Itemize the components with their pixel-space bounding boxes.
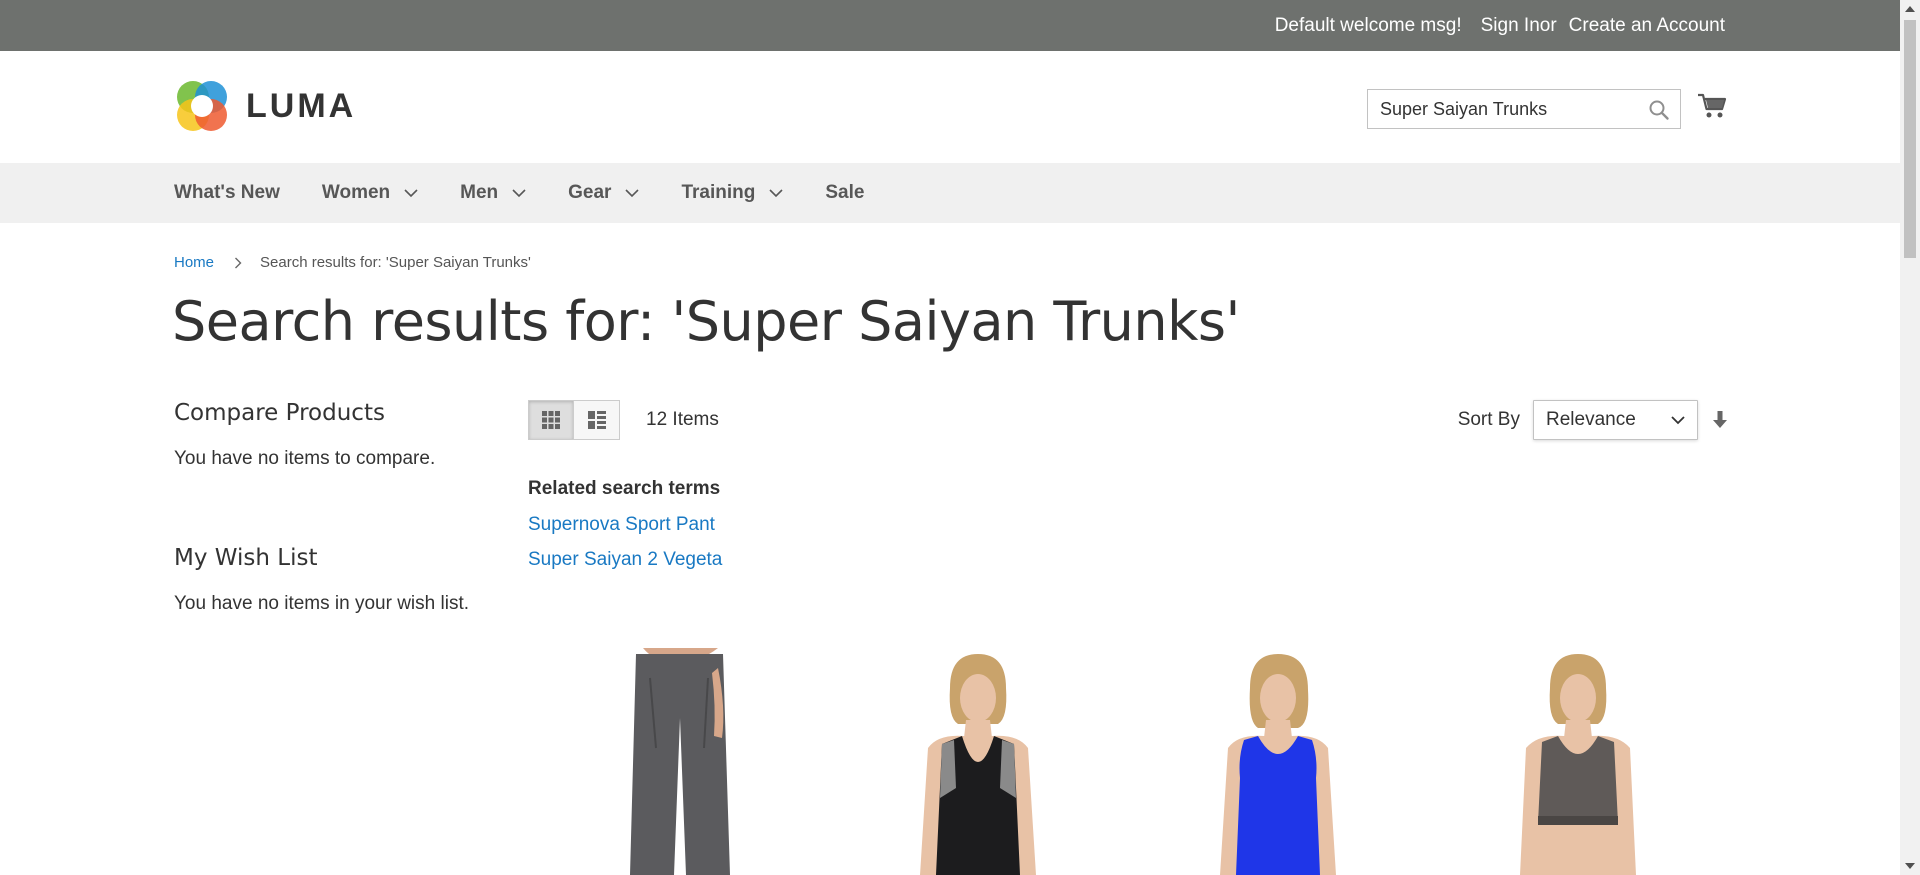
- product-item[interactable]: [858, 648, 1098, 875]
- wishlist-block: My Wish List You have no items in your w…: [174, 545, 469, 615]
- luma-logo-icon: [177, 81, 227, 131]
- wishlist-empty: You have no items in your wish list.: [174, 593, 470, 614]
- nav-item-training[interactable]: Training: [681, 182, 783, 204]
- wishlist-title: My Wish List: [174, 545, 318, 571]
- breadcrumb: Home Search results for: 'Super Saiyan T…: [174, 254, 531, 271]
- nav-item-label: Sale: [825, 182, 865, 203]
- list-icon: [587, 411, 606, 429]
- chevron-down-icon: [512, 189, 526, 198]
- nav-item-label: Women: [321, 182, 391, 203]
- scroll-down-icon[interactable]: [1905, 863, 1915, 869]
- top-panel: Default welcome msg! Sign In or Create a…: [0, 0, 1900, 51]
- product-item[interactable]: [1158, 648, 1398, 875]
- related-term-link[interactable]: Supernova Sport Pant: [528, 514, 722, 536]
- product-image[interactable]: [558, 648, 798, 875]
- breadcrumb-home[interactable]: Home: [174, 254, 214, 271]
- page-scrollbar[interactable]: [1900, 0, 1920, 875]
- product-image[interactable]: [1158, 648, 1398, 875]
- product-image[interactable]: [1458, 648, 1698, 875]
- compare-products-title: Compare Products: [174, 400, 385, 426]
- related-search-terms: Related search terms Supernova Sport Pan…: [528, 478, 722, 584]
- list-view-button[interactable]: [574, 400, 620, 440]
- chevron-down-icon: [404, 189, 418, 198]
- products-toolbar: 12 Items Sort By Relevance: [528, 400, 1728, 440]
- scrollbar-thumb[interactable]: [1904, 20, 1916, 258]
- nav-item-label: Gear: [568, 182, 612, 203]
- cart-icon[interactable]: [1697, 91, 1727, 121]
- grid-view-button[interactable]: [528, 400, 574, 440]
- compare-products-block: Compare Products You have no items to co…: [174, 400, 494, 470]
- sorter: Sort By Relevance: [1458, 400, 1728, 440]
- product-grid: [528, 648, 1728, 875]
- nav-item-label: What's New: [174, 182, 280, 203]
- page-title: Search results for: 'Super Saiyan Trunks…: [172, 290, 1240, 353]
- header-links: Default welcome msg! Sign In or Create a…: [1275, 0, 1725, 51]
- search-box: [1367, 89, 1681, 129]
- header: LUMA: [0, 51, 1900, 163]
- nav-item-label: Training: [681, 182, 756, 203]
- compare-products-empty: You have no items to compare.: [174, 448, 436, 469]
- search-input[interactable]: [1368, 90, 1638, 128]
- sort-select-value: Relevance: [1546, 409, 1636, 430]
- main-navigation: What's New Women Men Gear Training Sale: [0, 163, 1900, 223]
- grid-icon: [542, 411, 560, 429]
- product-image[interactable]: [858, 648, 1098, 875]
- sort-by-label: Sort By: [1457, 409, 1520, 430]
- nav-item-label: Men: [460, 182, 499, 203]
- nav-item-gear[interactable]: Gear: [568, 182, 640, 204]
- or-separator: or: [1539, 14, 1557, 36]
- nav-item-men[interactable]: Men: [460, 182, 526, 204]
- sort-select[interactable]: Relevance: [1533, 400, 1698, 440]
- nav-item-sale[interactable]: Sale: [825, 182, 864, 204]
- related-term-link[interactable]: Super Saiyan 2 Vegeta: [528, 549, 722, 571]
- sign-in-link[interactable]: Sign In: [1481, 15, 1540, 37]
- product-item[interactable]: [558, 648, 798, 875]
- chevron-down-icon: [1671, 416, 1685, 425]
- welcome-message: Default welcome msg!: [1274, 14, 1462, 36]
- logo[interactable]: LUMA: [174, 78, 356, 134]
- scroll-up-icon[interactable]: [1905, 6, 1915, 12]
- create-account-link[interactable]: Create an Account: [1569, 15, 1725, 37]
- chevron-down-icon: [625, 189, 640, 198]
- chevron-right-icon: [235, 257, 242, 268]
- nav-item-whats-new[interactable]: What's New: [174, 182, 280, 204]
- breadcrumb-current: Search results for: 'Super Saiyan Trunks…: [260, 254, 531, 271]
- search-icon[interactable]: [1648, 99, 1670, 121]
- arrow-down-icon[interactable]: [1712, 410, 1728, 430]
- toolbar-amount: 12 Items: [646, 409, 719, 430]
- product-item[interactable]: [1458, 648, 1698, 875]
- chevron-down-icon: [769, 189, 783, 198]
- view-mode-switcher: [528, 400, 620, 440]
- related-heading: Related search terms: [528, 478, 721, 499]
- nav-item-women[interactable]: Women: [322, 182, 418, 204]
- logo-text: LUMA: [246, 86, 357, 125]
- nav-list: What's New Women Men Gear Training Sale: [174, 163, 906, 223]
